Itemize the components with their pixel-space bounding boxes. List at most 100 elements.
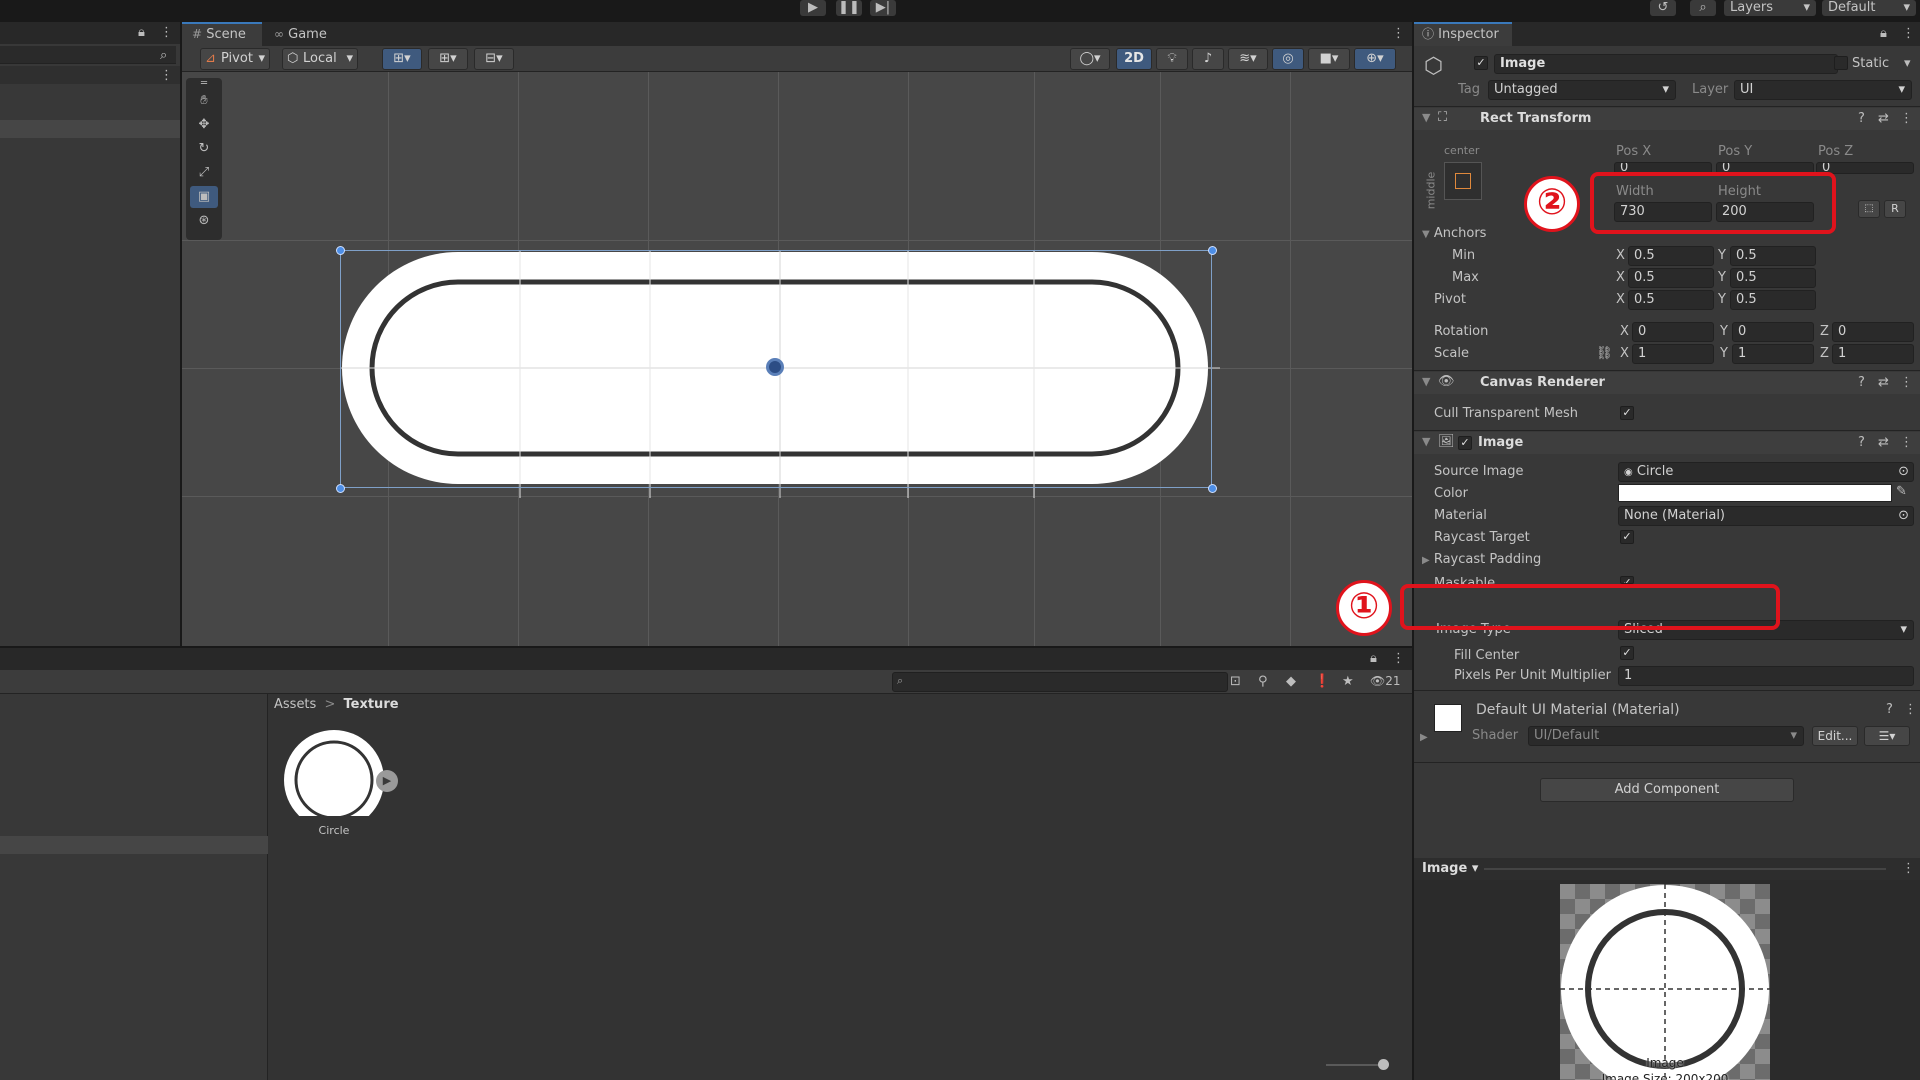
resize-handle-bottom-left[interactable] xyxy=(336,484,345,493)
image-enabled-checkbox[interactable]: ✓ xyxy=(1458,436,1472,450)
camera-button[interactable]: ■▾ xyxy=(1308,48,1350,70)
resize-handle-top-left[interactable] xyxy=(336,246,345,255)
resize-handle-bottom-right[interactable] xyxy=(1208,484,1217,493)
static-checkbox[interactable] xyxy=(1834,56,1848,70)
raycast-padding-foldout[interactable]: ▶ Raycast Padding xyxy=(1422,552,1541,567)
lock-icon[interactable]: 🔒︎ xyxy=(138,25,145,40)
color-swatch[interactable] xyxy=(1618,484,1892,502)
label-icon[interactable]: ◆ xyxy=(1286,674,1296,689)
add-component-button[interactable]: Add Component xyxy=(1540,778,1794,802)
blueprint-mode-button[interactable]: ⬚ xyxy=(1858,200,1880,218)
preset-icon[interactable]: ⇄ xyxy=(1878,111,1889,126)
step-button[interactable]: ▶| xyxy=(870,0,896,16)
preview-dropdown[interactable]: Image ▾ xyxy=(1422,861,1478,876)
asset-tile-circle[interactable]: ▶ Circle xyxy=(282,730,398,840)
more-icon[interactable]: ⋮ xyxy=(1904,702,1917,717)
anchor-min-y-field[interactable]: 0.5 xyxy=(1730,246,1816,266)
chevron-down-icon[interactable]: ▾ xyxy=(1904,56,1911,71)
pivot-x-field[interactable]: 0.5 xyxy=(1628,290,1714,310)
pivot-handle[interactable] xyxy=(766,358,784,376)
anchors-foldout[interactable]: ▼ Anchors xyxy=(1422,226,1486,241)
scale-y-field[interactable]: 1 xyxy=(1732,344,1814,364)
scale-x-field[interactable]: 1 xyxy=(1632,344,1714,364)
thumbnail-size-slider[interactable] xyxy=(1326,1059,1389,1070)
search-by-type-icon[interactable]: ⊡ xyxy=(1230,674,1241,689)
move-tool-icon[interactable]: ✥ xyxy=(190,114,218,136)
rotate-tool-icon[interactable]: ↻ xyxy=(190,138,218,160)
gizmos-button[interactable]: ⊕▾ xyxy=(1354,48,1396,70)
breadcrumb-assets[interactable]: Assets xyxy=(274,697,316,712)
help-icon[interactable]: ? xyxy=(1858,435,1865,450)
material-field[interactable]: None (Material) ⊙ xyxy=(1618,506,1914,526)
search-icon[interactable]: ⌕ xyxy=(1690,0,1716,16)
pixels-per-unit-field[interactable]: 1 xyxy=(1618,666,1914,686)
cull-transparent-mesh-checkbox[interactable]: ✓ xyxy=(1620,406,1634,420)
grid-snap-button[interactable]: ⊞▾ xyxy=(382,48,422,70)
anchor-max-y-field[interactable]: 0.5 xyxy=(1730,268,1816,288)
hierarchy-row[interactable] xyxy=(0,66,180,84)
mode-2d-button[interactable]: 2D xyxy=(1116,48,1152,70)
layers-dropdown[interactable]: Layers ▾ xyxy=(1724,0,1816,16)
pause-button[interactable]: ❚❚ xyxy=(836,0,862,16)
raw-edit-button[interactable]: R xyxy=(1884,200,1906,218)
grid-visibility-button[interactable]: ⊞▾ xyxy=(428,48,468,70)
more-icon[interactable]: ⋮ xyxy=(1392,26,1405,41)
lock-icon[interactable]: 🔒︎ xyxy=(1370,651,1377,666)
foldout-arrow-icon[interactable]: ▶ xyxy=(1420,732,1428,743)
lighting-button[interactable]: 💡︎ xyxy=(1156,48,1188,70)
more-icon[interactable]: ⋮ xyxy=(1902,26,1915,41)
rotation-x-field[interactable]: 0 xyxy=(1632,322,1714,342)
hierarchy-row-selected[interactable] xyxy=(0,120,180,138)
more-icon[interactable]: ⋮ xyxy=(1900,435,1913,450)
search-icon[interactable]: ⌕ xyxy=(160,48,167,63)
hand-tool-icon[interactable]: ✋︎ xyxy=(190,90,218,112)
tag-dropdown[interactable]: Untagged ▾ xyxy=(1488,80,1676,100)
object-picker-icon[interactable]: ⊙ xyxy=(1898,507,1909,525)
layout-dropdown[interactable]: Default ▾ xyxy=(1822,0,1916,16)
link-icon[interactable]: ⛓ xyxy=(1596,346,1613,361)
history-icon[interactable]: ↺ xyxy=(1650,0,1676,16)
hierarchy-search[interactable] xyxy=(0,46,176,64)
drag-handle-icon[interactable]: ═ xyxy=(186,79,222,89)
scale-z-field[interactable]: 1 xyxy=(1832,344,1914,364)
pivot-dropdown[interactable]: ⊿ Pivot ▾ xyxy=(200,48,270,70)
expand-sprite-icon[interactable]: ▶ xyxy=(376,770,398,792)
more-icon[interactable]: ⋮ xyxy=(1900,375,1913,390)
anchor-presets-button[interactable] xyxy=(1444,162,1482,200)
fill-center-checkbox[interactable]: ✓ xyxy=(1620,646,1634,660)
canvas-renderer-header[interactable]: ▼ 👁︎ Canvas Renderer ? ⇄ ⋮ xyxy=(1414,372,1920,394)
transform-tool-icon[interactable]: ⊛ xyxy=(190,210,218,232)
anchor-max-x-field[interactable]: 0.5 xyxy=(1628,268,1714,288)
local-dropdown[interactable]: ⬡ Local ▾ xyxy=(282,48,358,70)
help-icon[interactable]: ? xyxy=(1886,702,1893,717)
scene-viewport[interactable]: ═ ✋︎ ✥ ↻ ⤢ ▣ ⊛ xyxy=(182,72,1412,646)
more-icon[interactable]: ⋮ xyxy=(1902,861,1915,876)
tab-inspector[interactable]: ⓘ Inspector xyxy=(1414,22,1512,46)
shader-options-button[interactable]: ☰▾ xyxy=(1864,726,1910,746)
play-button[interactable]: ▶ xyxy=(800,0,826,16)
maskable-checkbox[interactable]: ✓ xyxy=(1620,576,1634,584)
tab-game[interactable]: ∞ Game xyxy=(264,22,344,46)
visibility-button[interactable]: ◎ xyxy=(1272,48,1304,70)
layer-dropdown[interactable]: UI ▾ xyxy=(1734,80,1912,100)
warning-icon[interactable]: ❗ xyxy=(1314,674,1330,689)
lock-icon[interactable]: 🔒︎ xyxy=(1880,26,1887,41)
more-icon[interactable]: ⋮ xyxy=(160,25,173,40)
increment-snap-button[interactable]: ⊟▾ xyxy=(474,48,514,70)
preset-icon[interactable]: ⇄ xyxy=(1878,435,1889,450)
rect-transform-header[interactable]: ▼ ⛶ Rect Transform ? ⇄ ⋮ xyxy=(1414,108,1920,130)
shader-edit-button[interactable]: Edit... xyxy=(1812,726,1858,746)
source-image-field[interactable]: ◉ Circle ⊙ xyxy=(1618,462,1914,482)
eyedropper-icon[interactable]: ✎ xyxy=(1896,484,1907,499)
shader-dropdown[interactable]: UI/Default ▾ xyxy=(1528,726,1804,746)
rect-tool-icon[interactable]: ▣ xyxy=(190,186,218,208)
tab-scene[interactable]: # Scene xyxy=(182,22,262,46)
more-icon[interactable]: ⋮ xyxy=(1900,111,1913,126)
object-name-field[interactable]: Image xyxy=(1494,54,1838,74)
shading-mode-button[interactable]: ◯▾ xyxy=(1070,48,1110,70)
help-icon[interactable]: ? xyxy=(1858,111,1865,126)
audio-button[interactable]: ♪ xyxy=(1192,48,1224,70)
filter-type-icon[interactable]: ⚲ xyxy=(1258,674,1268,689)
image-component-header[interactable]: ▼ 🖼︎ ✓ Image ? ⇄ ⋮ xyxy=(1414,432,1920,454)
scale-tool-icon[interactable]: ⤢ xyxy=(190,162,218,184)
